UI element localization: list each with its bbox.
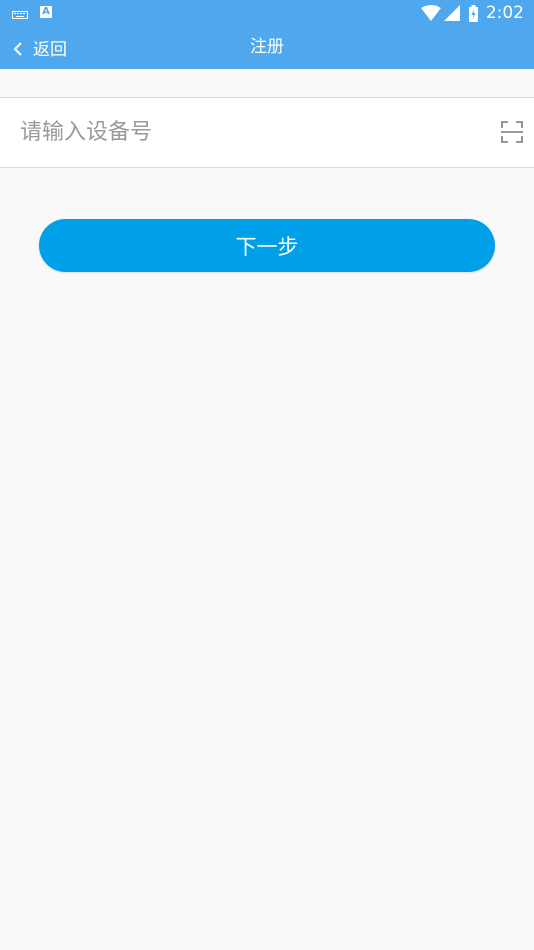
battery-icon xyxy=(468,4,478,22)
scan-icon[interactable] xyxy=(501,121,523,143)
status-bar: A 2:02 xyxy=(0,0,534,26)
device-number-input[interactable] xyxy=(20,98,480,167)
device-number-row xyxy=(0,97,534,168)
a-icon: A xyxy=(40,6,52,18)
page-title: 注册 xyxy=(250,37,284,57)
next-step-button[interactable]: 下一步 xyxy=(39,219,495,272)
status-time: 2:02 xyxy=(485,3,524,23)
app-header: 返回 注册 xyxy=(0,26,534,69)
status-left-icons: A xyxy=(12,6,52,19)
back-label: 返回 xyxy=(33,40,67,60)
signal-icon xyxy=(443,5,460,21)
back-button[interactable]: 返回 xyxy=(12,26,67,69)
keyboard-icon xyxy=(12,6,28,19)
chevron-left-icon xyxy=(12,41,24,56)
wifi-icon xyxy=(420,5,441,21)
status-right-icons: 2:02 xyxy=(420,2,524,24)
